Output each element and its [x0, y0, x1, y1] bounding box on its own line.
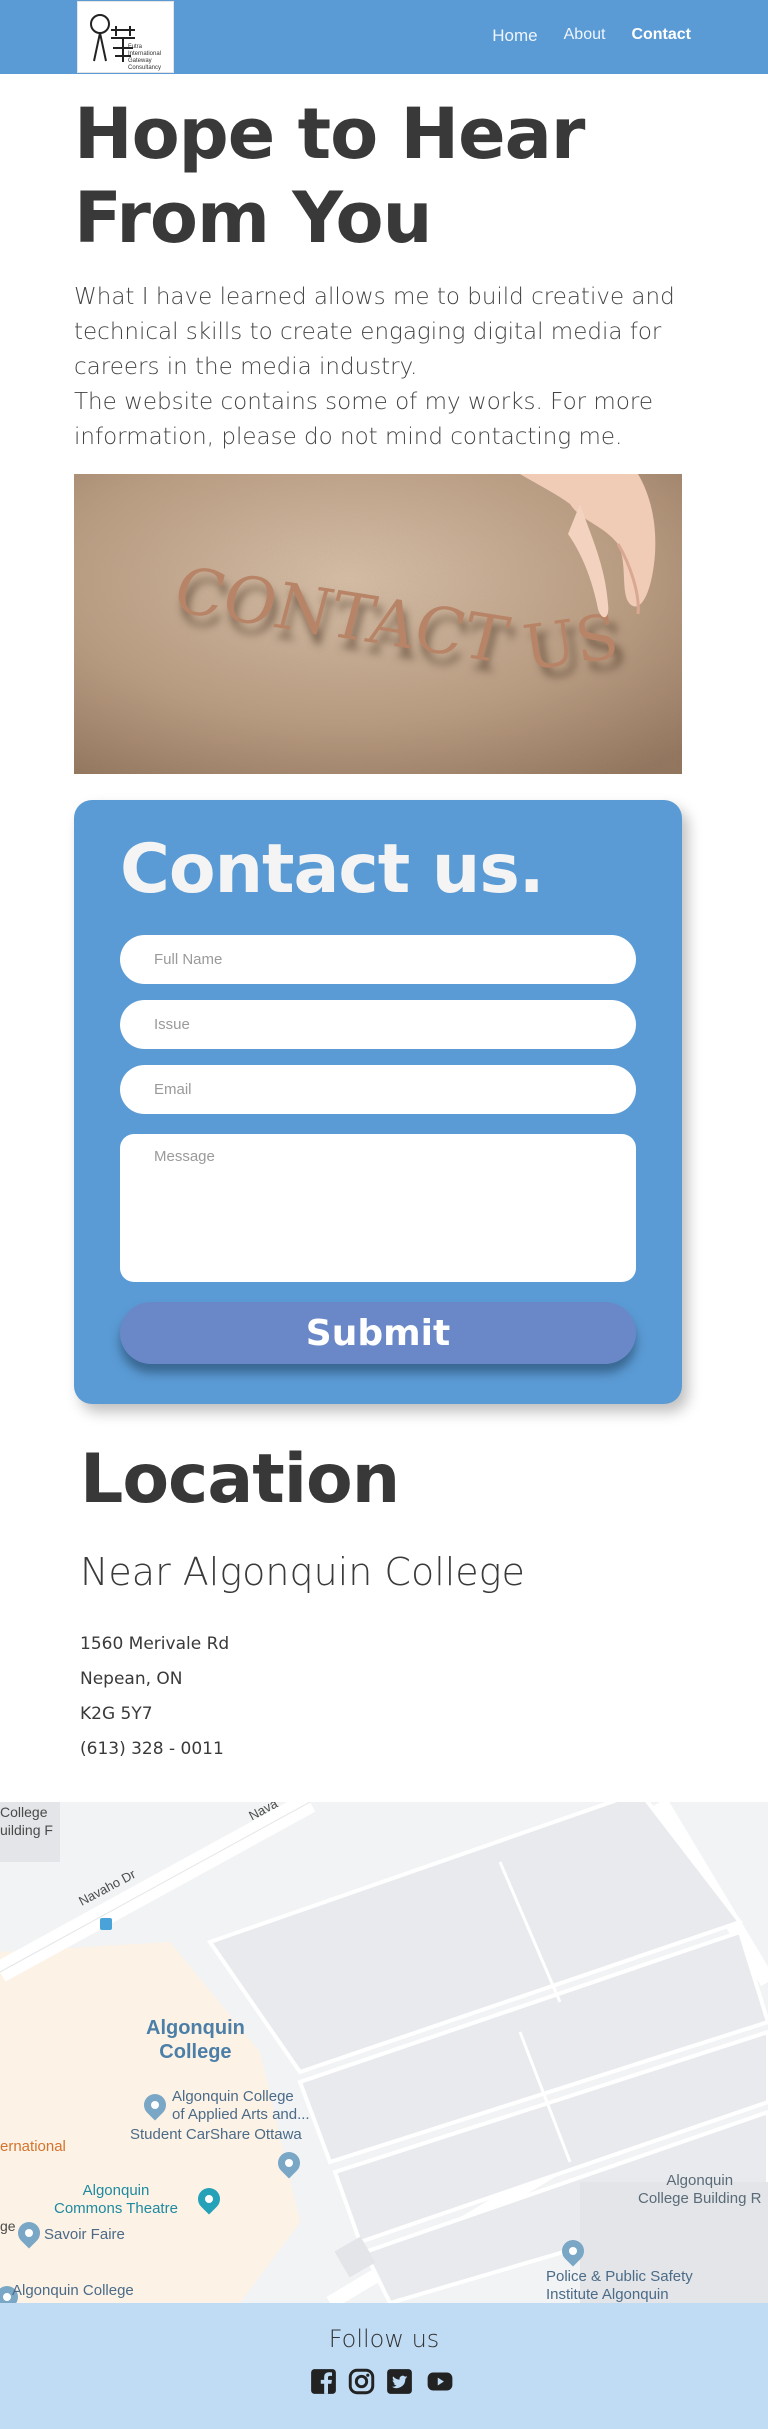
- nav-links: Home About Contact: [492, 26, 691, 46]
- message-input[interactable]: [120, 1134, 636, 1282]
- address-phone[interactable]: (613) 328 - 0011: [80, 1732, 229, 1767]
- contact-form-title: Contact us.: [120, 830, 545, 909]
- hand-image: [519, 474, 656, 618]
- map-label-international: ernational: [0, 2138, 66, 2155]
- full-name-input[interactable]: [120, 935, 636, 984]
- map-label-police: Police & Public Safety Institute Algonqu…: [546, 2268, 693, 2303]
- map-label-carshare: Student CarShare Ottawa: [130, 2126, 302, 2143]
- instagram-icon[interactable]: [348, 2368, 375, 2395]
- issue-input[interactable]: [120, 1000, 636, 1049]
- address-block: 1560 Merivale Rd Nepean, ON K2G 5Y7 (613…: [80, 1627, 229, 1767]
- address-street: 1560 Merivale Rd: [80, 1634, 230, 1654]
- nav-about[interactable]: About: [564, 26, 606, 46]
- contact-us-photo: CONTACT US: [74, 474, 682, 774]
- youtube-icon[interactable]: [424, 2368, 456, 2395]
- submit-button[interactable]: Submit: [120, 1302, 636, 1364]
- nav-home[interactable]: Home: [492, 26, 537, 46]
- map-label-applied-arts: Algonquin College of Applied Arts and...: [172, 2088, 310, 2123]
- bus-stop-icon[interactable]: [100, 1918, 112, 1930]
- follow-us-label: Follow us: [328, 2325, 440, 2353]
- map-label-ac-bottom: Algonquin College: [12, 2282, 134, 2299]
- footer: Follow us: [0, 2303, 768, 2429]
- facebook-icon[interactable]: [310, 2368, 337, 2395]
- google-map[interactable]: College uilding F Nava Navaho Dr Algonqu…: [0, 1802, 768, 2303]
- email-input[interactable]: [120, 1065, 636, 1114]
- nav-contact[interactable]: Contact: [631, 26, 691, 46]
- page-title-line-2: From You: [74, 177, 432, 259]
- twitter-icon[interactable]: [386, 2368, 413, 2395]
- location-subtitle: Near Algonquin College: [80, 1550, 525, 1594]
- map-label-building-f: uilding F: [0, 1822, 53, 1838]
- map-label-ge: ge: [0, 2218, 16, 2234]
- map-label-building-r: Algonquin College Building R: [638, 2172, 762, 2207]
- address-city: Nepean, ON: [80, 1669, 183, 1689]
- navbar: Futra International Gateway Consultancy …: [0, 0, 768, 74]
- address-postal: K2G 5Y7: [80, 1704, 153, 1724]
- map-label-college-top: College: [0, 1804, 48, 1820]
- logo-text: Futra International Gateway Consultancy: [128, 44, 162, 71]
- intro-paragraph-2: The website contains some of my works. F…: [74, 389, 653, 450]
- page-title: Hope to Hear From You: [74, 92, 694, 260]
- map-label-savoir-faire: Savoir Faire: [44, 2226, 125, 2243]
- social-links: [310, 2368, 456, 2395]
- contact-form-card: Contact us. Submit: [74, 800, 682, 1404]
- map-label-algonquin-college: Algonquin College: [146, 2017, 245, 2063]
- intro-text: What I have learned allows me to build c…: [74, 280, 694, 455]
- location-title: Location: [80, 1440, 400, 1519]
- page-title-line-1: Hope to Hear: [74, 93, 585, 175]
- map-label-commons-theatre: Algonquin Commons Theatre: [54, 2182, 178, 2217]
- site-logo[interactable]: Futra International Gateway Consultancy: [77, 1, 174, 73]
- intro-paragraph-1: What I have learned allows me to build c…: [74, 284, 675, 380]
